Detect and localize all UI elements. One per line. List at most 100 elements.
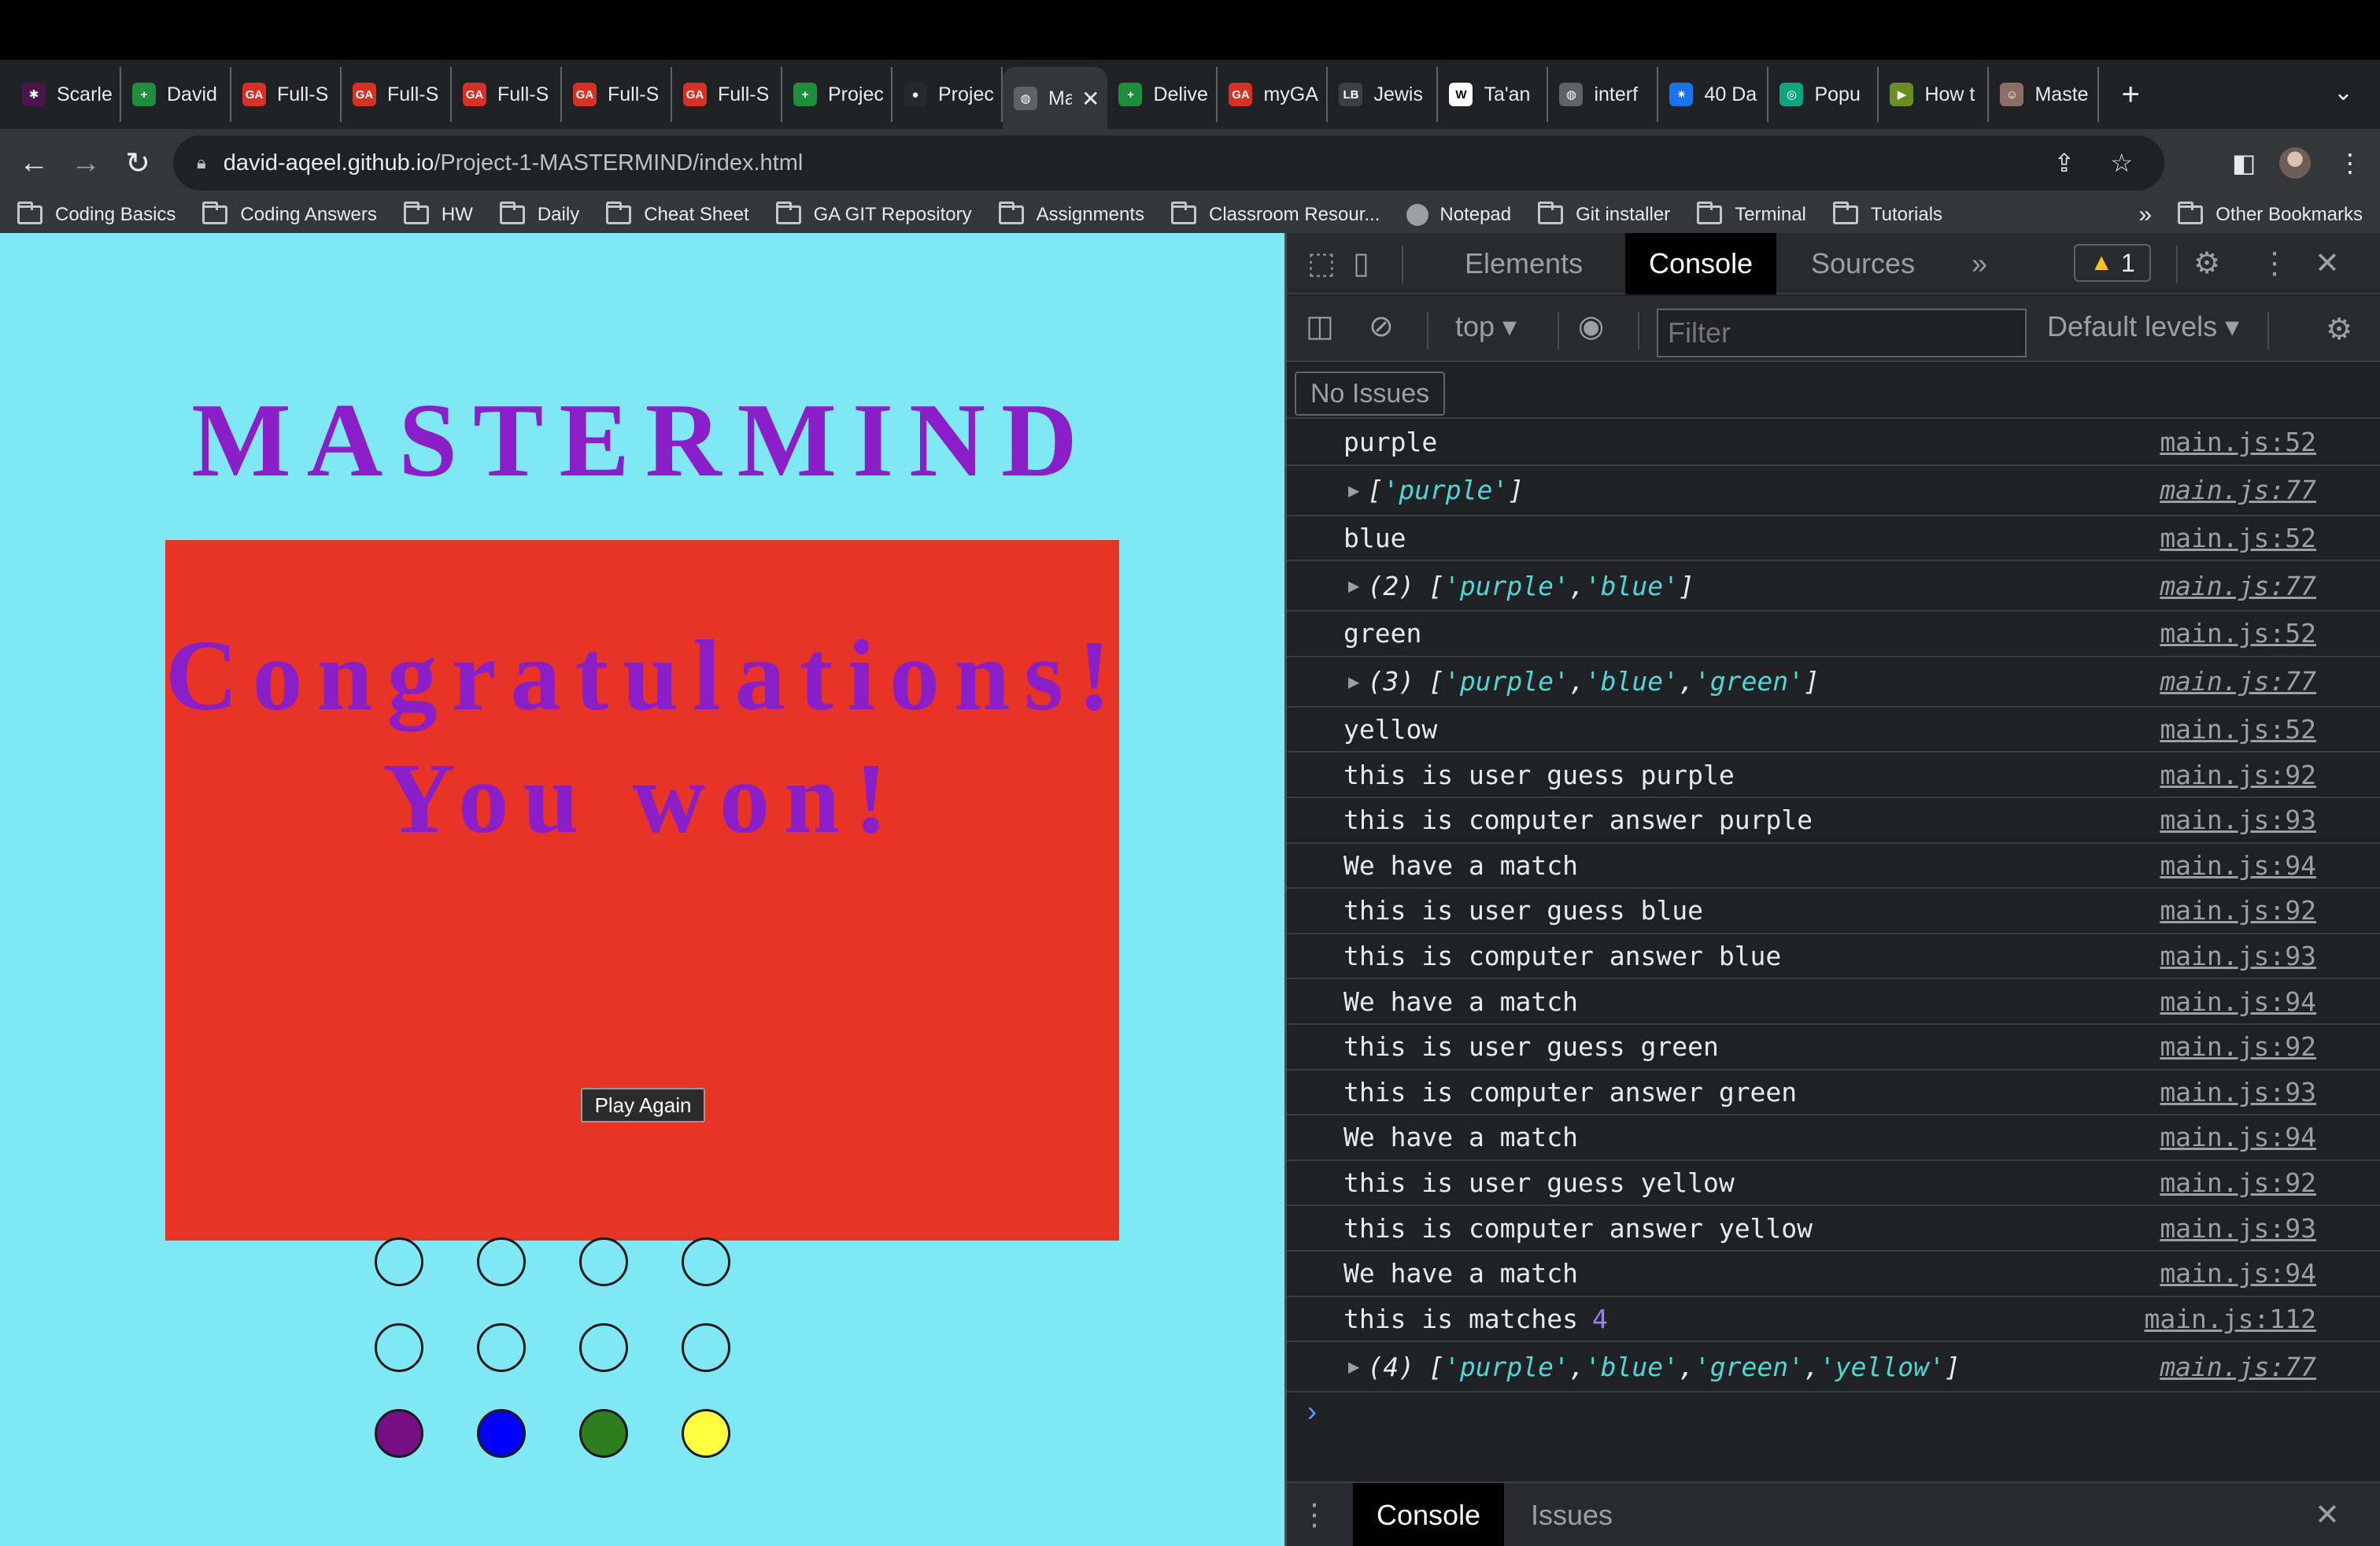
browser-tab[interactable]: LB Jewis (1328, 67, 1439, 122)
source-link[interactable]: main.js:52 (2160, 427, 2316, 457)
bookmark-item[interactable]: Tutorials (1832, 202, 1942, 226)
play-again-button[interactable]: Play Again (581, 1088, 705, 1123)
bookmark-item[interactable]: Notepad (1406, 204, 1511, 226)
source-link[interactable]: main.js:112 (2144, 1304, 2316, 1334)
source-link[interactable]: main.js:52 (2160, 714, 2316, 745)
bookmark-star-icon[interactable]: ☆ (2110, 135, 2133, 190)
browser-tab[interactable]: + David (121, 67, 231, 122)
source-link[interactable]: main.js:92 (2160, 760, 2316, 790)
browser-tab[interactable]: + Projec (782, 67, 893, 122)
source-link[interactable]: main.js:93 (2160, 941, 2316, 971)
bookmark-item[interactable]: GA GIT Repository (775, 202, 972, 226)
bookmark-item[interactable]: Assignments (998, 202, 1144, 226)
browser-tab[interactable]: ▶ How t (1879, 67, 1990, 122)
source-link[interactable]: main.js:93 (2160, 804, 2316, 835)
expand-triangle-icon[interactable]: ▶ (1348, 1356, 1359, 1378)
url-text[interactable]: david-aqeel.github.io/Project-1-MASTERMI… (224, 150, 804, 176)
browser-tab[interactable]: GA Full-S (562, 67, 672, 122)
other-bookmarks[interactable]: Other Bookmarks (2178, 202, 2363, 226)
browser-tab[interactable]: GA Full-S (452, 67, 562, 122)
console-prompt[interactable]: › (1307, 1395, 1317, 1428)
bookmark-item[interactable]: Daily (499, 202, 579, 226)
source-link[interactable]: main.js:92 (2160, 1167, 2316, 1198)
browser-tab[interactable]: GA Full-S (342, 67, 452, 122)
browser-tab[interactable]: ● Projec (893, 67, 1003, 122)
source-link[interactable]: main.js:93 (2160, 1077, 2316, 1108)
source-link[interactable]: main.js:93 (2160, 1213, 2316, 1244)
peg-circle[interactable] (375, 1237, 423, 1286)
browser-tab[interactable]: GA Full-S (231, 67, 342, 122)
browser-tab[interactable]: GA myGA (1218, 67, 1329, 122)
live-expression-eye-icon[interactable]: ◉ (1578, 309, 1604, 344)
source-link[interactable]: main.js:77 (2160, 666, 2316, 697)
browser-menu-icon[interactable]: ⋮ (2338, 129, 2363, 197)
forward-icon[interactable]: → (60, 146, 112, 180)
bookmark-item[interactable]: Classroom Resour... (1170, 202, 1380, 226)
tab-elements[interactable]: Elements (1441, 233, 1606, 294)
source-link[interactable]: main.js:92 (2160, 1031, 2316, 1062)
peg-circle[interactable] (682, 1409, 730, 1458)
source-link[interactable]: main.js:52 (2160, 523, 2316, 553)
settings-gear-icon[interactable]: ⚙ (2193, 246, 2220, 281)
peg-circle[interactable] (375, 1323, 423, 1372)
browser-tab[interactable]: + Delive (1107, 67, 1218, 122)
new-tab-icon[interactable]: + (2121, 77, 2139, 113)
tab-console[interactable]: Console (1625, 233, 1777, 294)
peg-circle[interactable] (682, 1323, 730, 1372)
peg-circle[interactable] (682, 1237, 730, 1286)
bookmark-item[interactable]: Coding Basics (17, 202, 176, 226)
bookmark-item[interactable]: Git installer (1538, 202, 1670, 226)
expand-triangle-icon[interactable]: ▶ (1348, 479, 1359, 501)
browser-tab[interactable]: ◎ Popu (1768, 67, 1879, 122)
tab-search-icon[interactable]: ⌄ (2334, 79, 2353, 106)
lock-icon[interactable]: 🔒︎ (197, 153, 206, 173)
share-icon[interactable]: ⇪ (2053, 135, 2075, 190)
peg-circle[interactable] (579, 1237, 628, 1286)
source-link[interactable]: main.js:77 (2160, 571, 2316, 601)
source-link[interactable]: main.js:94 (2160, 1258, 2316, 1289)
browser-tab[interactable]: W Ta'an (1438, 67, 1549, 122)
bookmark-item[interactable]: HW (403, 202, 473, 226)
back-icon[interactable]: ← (8, 146, 60, 180)
browser-tab[interactable]: ☺ Maste (1989, 67, 2100, 122)
bookmark-item[interactable]: Cheat Sheet (606, 202, 749, 226)
close-tab-icon[interactable]: ✕ (1081, 86, 1099, 112)
close-drawer-icon[interactable]: ✕ (2315, 1497, 2340, 1533)
source-link[interactable]: main.js:94 (2160, 850, 2316, 881)
browser-tab[interactable]: ◍ interf (1548, 67, 1659, 122)
source-link[interactable]: main.js:92 (2160, 895, 2316, 926)
source-link[interactable]: main.js:77 (2160, 475, 2316, 505)
inspect-element-icon[interactable]: ⬚ (1307, 246, 1336, 281)
no-issues-button[interactable]: No Issues (1295, 372, 1446, 416)
browser-tab[interactable]: ✷ 40 Da (1658, 67, 1769, 122)
profile-avatar[interactable] (2279, 129, 2311, 197)
device-toolbar-icon[interactable]: ▯ (1353, 246, 1369, 281)
close-devtools-icon[interactable]: ✕ (2315, 246, 2340, 281)
drawer-tab-issues[interactable]: Issues (1507, 1483, 1636, 1546)
drawer-menu-icon[interactable]: ⋮ (1299, 1497, 1329, 1533)
bookmark-item[interactable]: Terminal (1697, 202, 1806, 226)
avatar[interactable] (2279, 147, 2311, 179)
sidebar-toggle-icon[interactable]: ◫ (1306, 309, 1334, 344)
peg-circle[interactable] (477, 1409, 526, 1458)
peg-circle[interactable] (375, 1409, 423, 1458)
tab-sources[interactable]: Sources (1787, 233, 1938, 294)
console-settings-gear-icon[interactable]: ⚙ (2326, 312, 2352, 347)
expand-triangle-icon[interactable]: ▶ (1348, 575, 1359, 597)
source-link[interactable]: main.js:77 (2160, 1352, 2316, 1382)
source-link[interactable]: main.js:94 (2160, 986, 2316, 1017)
more-tabs-icon[interactable]: » (1948, 233, 2011, 294)
kebab-menu-icon[interactable]: ⋮ (2260, 246, 2289, 281)
peg-circle[interactable] (477, 1237, 526, 1286)
reload-icon[interactable]: ↻ (112, 146, 164, 181)
browser-tab[interactable]: ✱ Scarle (11, 67, 121, 122)
more-bookmarks-icon[interactable]: » (2138, 202, 2152, 228)
peg-circle[interactable] (579, 1323, 628, 1372)
warnings-badge[interactable]: ▲ 1 (2074, 244, 2151, 282)
context-selector[interactable]: top ▾ (1455, 310, 1517, 343)
drawer-tab-console[interactable]: Console (1353, 1483, 1505, 1546)
peg-circle[interactable] (579, 1409, 628, 1458)
source-link[interactable]: main.js:94 (2160, 1122, 2316, 1152)
browser-tab[interactable]: GA Full-S (672, 67, 782, 122)
address-bar[interactable]: 🔒︎ david-aqeel.github.io/Project-1-MASTE… (173, 135, 2164, 190)
